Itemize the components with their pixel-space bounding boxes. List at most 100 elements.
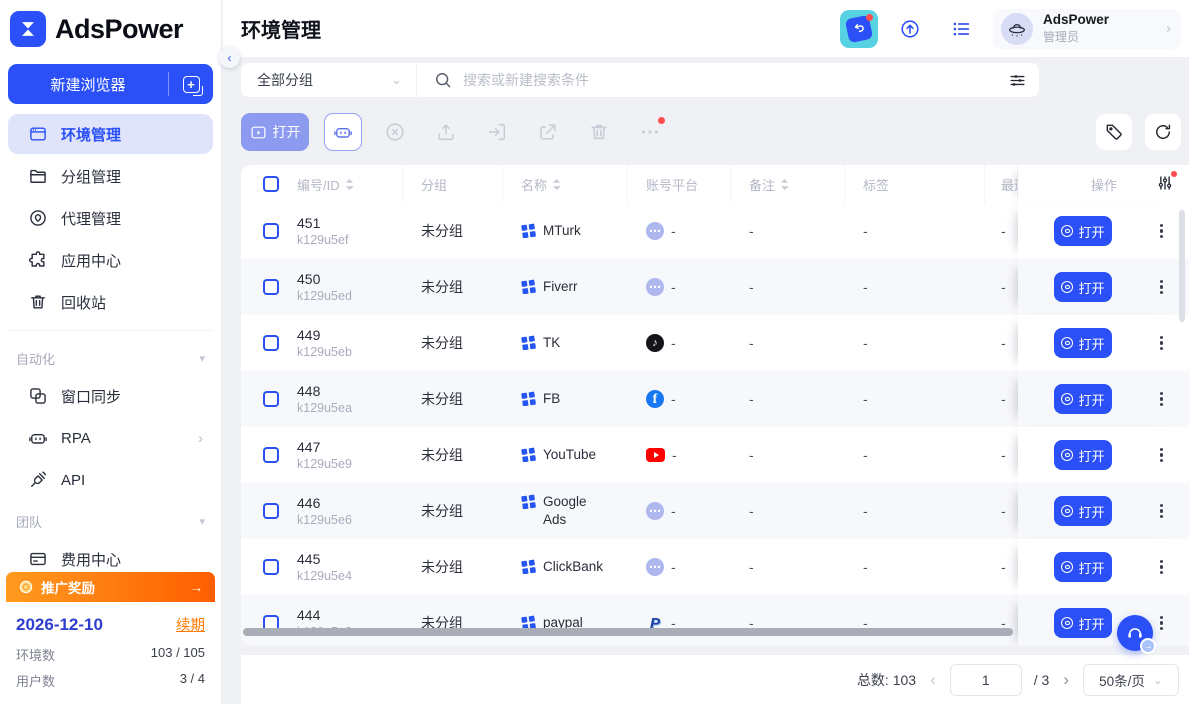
row-checkbox[interactable] bbox=[263, 559, 279, 575]
tags-button[interactable] bbox=[1096, 114, 1132, 150]
promo-banner[interactable]: 推广奖励 → bbox=[6, 572, 215, 602]
refresh-icon bbox=[1153, 122, 1173, 142]
open-environment-button[interactable]: 打开 bbox=[1054, 552, 1112, 582]
open-selected-button[interactable]: 打开 bbox=[241, 113, 309, 151]
close-environments-button[interactable] bbox=[377, 114, 413, 150]
row-more-menu[interactable] bbox=[1157, 333, 1166, 354]
select-all-checkbox[interactable] bbox=[263, 176, 279, 192]
open-environment-button[interactable]: 打开 bbox=[1054, 440, 1112, 470]
row-more-menu[interactable] bbox=[1157, 613, 1166, 634]
delete-button[interactable] bbox=[581, 114, 617, 150]
renew-link[interactable]: 续期 bbox=[176, 614, 205, 635]
section-team[interactable]: 团队 ▾ bbox=[0, 502, 221, 537]
env-count-label: 环境数 bbox=[16, 645, 55, 664]
table-row[interactable]: 446k129u5e6 未分组 Google Ads - - - - 打开 bbox=[241, 483, 1189, 539]
table-row[interactable]: 444k129u5e2 未分组 paypal - - - - 打开 bbox=[241, 595, 1189, 646]
row-checkbox[interactable] bbox=[263, 391, 279, 407]
arrow-right-icon: → bbox=[1140, 638, 1156, 654]
section-automation[interactable]: 自动化 ▾ bbox=[0, 339, 221, 374]
close-circle-icon bbox=[384, 121, 406, 143]
refresh-button[interactable] bbox=[1145, 114, 1181, 150]
sidebar-item-billing[interactable]: 费用中心 bbox=[8, 539, 213, 570]
open-environment-button[interactable]: 打开 bbox=[1054, 216, 1112, 246]
chevron-down-icon: ▾ bbox=[199, 352, 205, 365]
table-row[interactable]: 450k129u5ed 未分组 Fiverr - - - - 打开 bbox=[241, 259, 1189, 315]
row-more-menu[interactable] bbox=[1157, 221, 1166, 242]
env-last-open-cell: - bbox=[985, 595, 1018, 646]
row-more-menu[interactable] bbox=[1157, 557, 1166, 578]
row-checkbox[interactable] bbox=[263, 447, 279, 463]
table-row[interactable]: 449k129u5eb 未分组 TK - - - - 打开 bbox=[241, 315, 1189, 371]
open-environment-button[interactable]: 打开 bbox=[1054, 272, 1112, 302]
sidebar-item-proxies[interactable]: 代理管理 bbox=[8, 198, 213, 238]
open-environment-button[interactable]: 打开 bbox=[1054, 496, 1112, 526]
table-row[interactable]: 448k129u5ea 未分组 FB - - - - 打开 bbox=[241, 371, 1189, 427]
browser-ring-icon bbox=[1061, 393, 1073, 405]
row-more-menu[interactable] bbox=[1157, 389, 1166, 410]
row-more-menu[interactable] bbox=[1157, 501, 1166, 522]
open-environment-button[interactable]: 打开 bbox=[1054, 384, 1112, 414]
page-size-select[interactable]: 50条/页 ⌄ bbox=[1083, 664, 1179, 696]
sidebar-item-groups[interactable]: 分组管理 bbox=[8, 156, 213, 196]
row-checkbox[interactable] bbox=[263, 223, 279, 239]
sidebar-item-api[interactable]: API bbox=[8, 460, 213, 500]
row-more-menu[interactable] bbox=[1157, 277, 1166, 298]
row-checkbox[interactable] bbox=[263, 279, 279, 295]
vertical-scrollbar[interactable] bbox=[1179, 210, 1185, 322]
column-tags[interactable]: 标签 bbox=[845, 165, 985, 203]
next-page-button[interactable]: › bbox=[1061, 670, 1071, 690]
sidebar-item-window-sync[interactable]: 窗口同步 bbox=[8, 376, 213, 416]
export-upload-button[interactable] bbox=[428, 114, 464, 150]
billing-card-icon bbox=[28, 549, 48, 569]
column-last-open[interactable]: 最近打开 bbox=[985, 165, 1018, 203]
group-select[interactable]: 全部分组 ⌄ bbox=[241, 63, 417, 97]
column-id[interactable]: 编号/ID bbox=[281, 165, 403, 203]
column-group[interactable]: 分组 bbox=[403, 165, 503, 203]
open-environment-button[interactable]: 打开 bbox=[1054, 328, 1112, 358]
support-button[interactable]: → bbox=[1117, 615, 1153, 651]
row-more-menu[interactable] bbox=[1157, 445, 1166, 466]
column-settings-button[interactable] bbox=[1156, 174, 1174, 195]
table-row[interactable]: 445k129u5e4 未分组 ClickBank - - - - 打开 bbox=[241, 539, 1189, 595]
group-select-value: 全部分组 bbox=[257, 70, 313, 90]
move-to-group-button[interactable] bbox=[479, 114, 515, 150]
rpa-batch-button[interactable] bbox=[324, 113, 362, 151]
sidebar-collapse-button[interactable]: ‹ bbox=[219, 47, 240, 68]
column-platform[interactable]: 账号平台 bbox=[628, 165, 731, 203]
task-list-button[interactable] bbox=[942, 10, 980, 48]
share-button[interactable] bbox=[530, 114, 566, 150]
env-tag-cell: - bbox=[845, 315, 985, 371]
sidebar-item-rpa[interactable]: RPA › bbox=[8, 418, 213, 458]
horizontal-scrollbar[interactable] bbox=[243, 628, 1013, 636]
sidebar-item-recycle-bin[interactable]: 回收站 bbox=[8, 282, 213, 322]
more-actions-button[interactable] bbox=[632, 114, 668, 150]
row-checkbox[interactable] bbox=[263, 503, 279, 519]
adspower-logo-icon bbox=[10, 11, 46, 47]
env-actions-cell: 打开 bbox=[1018, 427, 1189, 483]
env-name-cell: FB bbox=[503, 371, 628, 427]
new-browser-button[interactable]: 新建浏览器 + bbox=[8, 64, 213, 104]
table-row[interactable]: 447k129u5e9 未分组 YouTube - - - - 打开 bbox=[241, 427, 1189, 483]
browser-ring-icon bbox=[1061, 225, 1073, 237]
env-remark-cell: - bbox=[731, 595, 845, 646]
sync-upload-button[interactable] bbox=[891, 10, 929, 48]
table-row[interactable]: 451k129u5ef 未分组 MTurk - - - - 打开 bbox=[241, 203, 1189, 259]
chevron-right-icon: › bbox=[198, 430, 203, 447]
quick-launch-button[interactable] bbox=[840, 10, 878, 48]
page-input[interactable] bbox=[950, 664, 1022, 696]
page-title: 环境管理 bbox=[241, 14, 321, 43]
sidebar-item-apps[interactable]: 应用中心 bbox=[8, 240, 213, 280]
open-environment-button[interactable]: 打开 bbox=[1054, 608, 1112, 638]
batch-create-button[interactable]: + bbox=[169, 76, 213, 93]
env-last-open-cell: - bbox=[985, 315, 1018, 371]
more-dots-icon bbox=[639, 121, 661, 143]
column-remark[interactable]: 备注 bbox=[731, 165, 845, 203]
user-count-value: 3 / 4 bbox=[180, 671, 205, 690]
advanced-filter-button[interactable] bbox=[995, 63, 1039, 97]
search-input[interactable] bbox=[463, 72, 995, 88]
user-menu[interactable]: AdsPower 管理员 › bbox=[993, 9, 1181, 49]
sidebar-item-environments[interactable]: 环境管理 bbox=[8, 114, 213, 154]
row-checkbox[interactable] bbox=[263, 335, 279, 351]
prev-page-button[interactable]: ‹ bbox=[928, 670, 938, 690]
column-name[interactable]: 名称 bbox=[503, 165, 628, 203]
